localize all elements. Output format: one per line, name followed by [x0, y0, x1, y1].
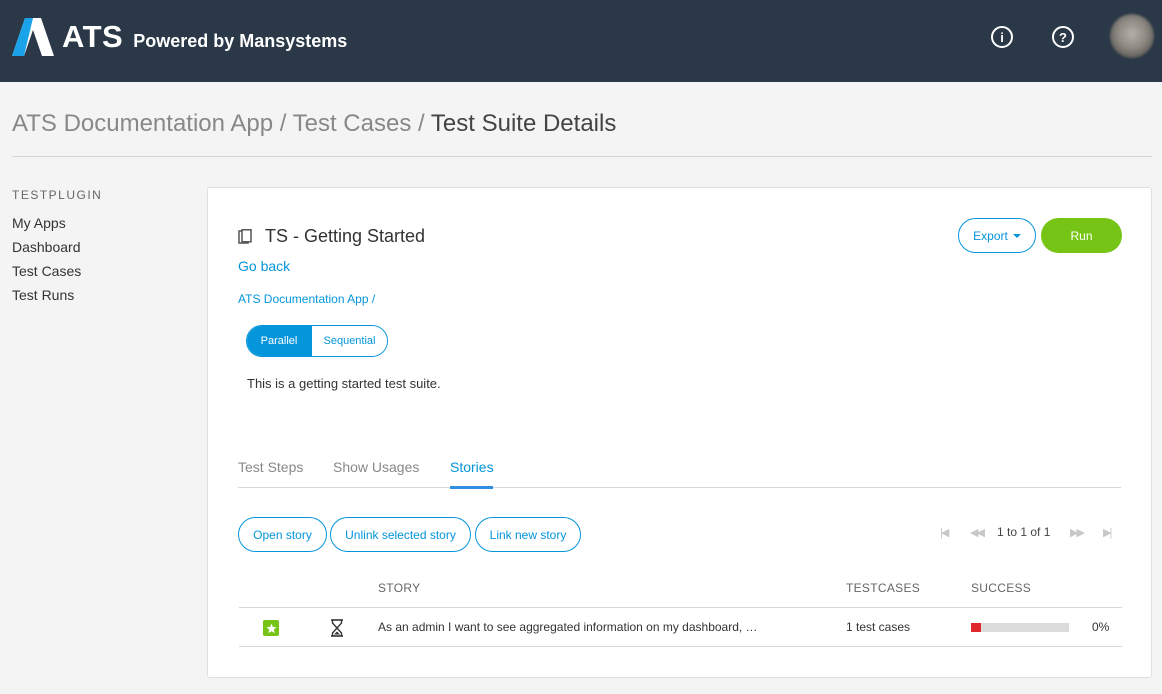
- sidebar-heading: TESTPLUGIN: [12, 188, 103, 202]
- last-page-icon[interactable]: ▶|: [1103, 526, 1112, 539]
- success-progress-bar: [971, 623, 1069, 632]
- info-icon[interactable]: i: [991, 26, 1013, 48]
- app-breadcrumb-link[interactable]: ATS Documentation App /: [238, 292, 375, 306]
- progress-fail-fill: [971, 623, 981, 632]
- export-label: Export: [973, 228, 1008, 243]
- next-page-icon[interactable]: ▶▶: [1070, 526, 1085, 539]
- sidebar-item-my-apps[interactable]: My Apps: [12, 215, 66, 231]
- top-bar: ATS Powered by Mansystems i ?: [0, 0, 1162, 82]
- link-story-button[interactable]: Link new story: [475, 517, 581, 552]
- breadcrumb-separator: /: [273, 110, 293, 137]
- active-tab-indicator: [450, 486, 493, 489]
- tabs-divider: [238, 487, 1121, 488]
- sidebar-item-test-runs[interactable]: Test Runs: [12, 287, 74, 303]
- story-cell: As an admin I want to see aggregated inf…: [378, 620, 758, 634]
- suite-description: This is a getting started test suite.: [247, 376, 441, 391]
- pager-status: 1 to 1 of 1: [997, 525, 1051, 539]
- powered-by-text: Powered by Mansystems: [133, 30, 348, 51]
- execution-mode-toggle: Parallel Sequential: [246, 325, 388, 357]
- testcases-cell: 1 test cases: [846, 620, 911, 634]
- ats-logo-icon: [12, 18, 54, 56]
- open-story-button[interactable]: Open story: [238, 517, 327, 552]
- caret-down-icon: [1012, 233, 1021, 238]
- first-page-icon[interactable]: |◀: [940, 526, 949, 539]
- breadcrumb-current: Test Suite Details: [430, 110, 617, 137]
- document-icon: [238, 228, 252, 245]
- test-suite-card: TS - Getting Started Go back ATS Documen…: [207, 187, 1152, 678]
- logo-text: ATS: [62, 19, 124, 54]
- mode-sequential-button[interactable]: Sequential: [311, 326, 387, 356]
- prev-page-icon[interactable]: ◀◀: [970, 526, 985, 539]
- story-status-star-icon: [263, 620, 279, 636]
- header-divider: [239, 607, 1122, 608]
- help-icon[interactable]: ?: [1052, 26, 1074, 48]
- mode-parallel-button[interactable]: Parallel: [247, 326, 311, 356]
- breadcrumb-separator: /: [411, 110, 431, 137]
- user-avatar[interactable]: [1110, 14, 1154, 58]
- tab-show-usages[interactable]: Show Usages: [333, 459, 419, 475]
- tab-stories[interactable]: Stories: [450, 459, 494, 475]
- suite-title-text: TS - Getting Started: [265, 226, 426, 246]
- hourglass-icon: [331, 619, 343, 637]
- column-header-testcases[interactable]: TESTCASES: [846, 581, 920, 595]
- unlink-story-button[interactable]: Unlink selected story: [330, 517, 471, 552]
- suite-title: TS - Getting Started: [238, 226, 425, 247]
- ats-logo[interactable]: ATS Powered by Mansystems: [12, 18, 347, 56]
- run-button[interactable]: Run: [1041, 218, 1122, 253]
- tab-test-steps[interactable]: Test Steps: [238, 459, 303, 475]
- breadcrumb: ATS Documentation App / Test Cases / Tes…: [12, 110, 616, 138]
- go-back-link[interactable]: Go back: [238, 258, 290, 274]
- success-percent: 0%: [1092, 620, 1110, 634]
- sidebar-item-dashboard[interactable]: Dashboard: [12, 239, 81, 255]
- column-header-story[interactable]: STORY: [378, 581, 420, 595]
- row-divider: [239, 646, 1122, 647]
- column-header-success[interactable]: SUCCESS: [971, 581, 1031, 595]
- divider: [12, 156, 1152, 157]
- breadcrumb-app[interactable]: ATS Documentation App: [12, 110, 273, 137]
- breadcrumb-test-cases[interactable]: Test Cases: [293, 110, 412, 137]
- sidebar-item-test-cases[interactable]: Test Cases: [12, 263, 81, 279]
- export-button[interactable]: Export: [958, 218, 1036, 253]
